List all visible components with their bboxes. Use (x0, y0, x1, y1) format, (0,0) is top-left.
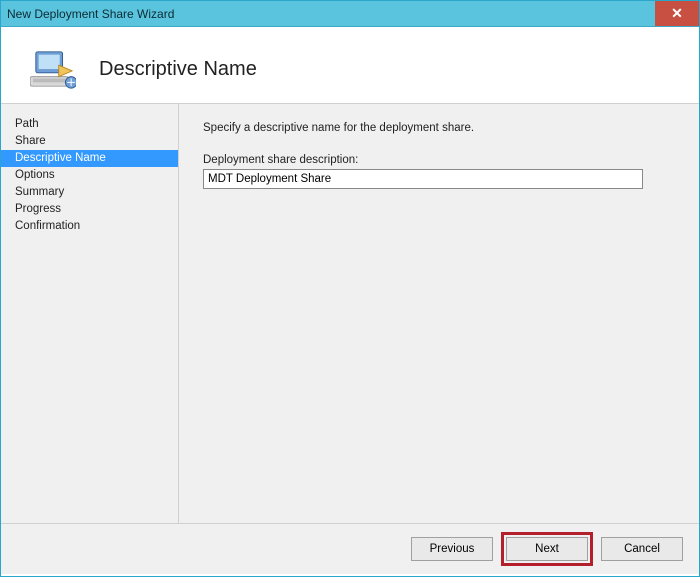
previous-button[interactable]: Previous (411, 537, 493, 561)
header-panel: Descriptive Name (1, 27, 699, 103)
content-area: Path Share Descriptive Name Options Summ… (1, 103, 699, 524)
page-title: Descriptive Name (99, 58, 257, 81)
next-button[interactable]: Next (506, 537, 588, 561)
nav-item-progress[interactable]: Progress (1, 201, 178, 218)
nav-item-share[interactable]: Share (1, 133, 178, 150)
wizard-footer: Previous Next Cancel (1, 524, 699, 574)
nav-item-options[interactable]: Options (1, 167, 178, 184)
close-icon: ✕ (671, 5, 683, 22)
main-panel: Specify a descriptive name for the deplo… (179, 104, 699, 523)
nav-item-confirmation[interactable]: Confirmation (1, 218, 178, 235)
window-title: New Deployment Share Wizard (7, 7, 655, 21)
cancel-button[interactable]: Cancel (601, 537, 683, 561)
wizard-nav: Path Share Descriptive Name Options Summ… (1, 104, 179, 523)
nav-item-summary[interactable]: Summary (1, 184, 178, 201)
nav-item-descriptive-name[interactable]: Descriptive Name (1, 150, 178, 167)
titlebar: New Deployment Share Wizard ✕ (1, 1, 699, 27)
instruction-text: Specify a descriptive name for the deplo… (203, 122, 679, 134)
nav-item-path[interactable]: Path (1, 116, 178, 133)
description-label: Deployment share description: (203, 154, 679, 166)
computer-deploy-icon (29, 45, 77, 93)
next-highlight: Next (501, 532, 593, 566)
close-button[interactable]: ✕ (655, 1, 699, 26)
description-input[interactable] (203, 169, 643, 189)
